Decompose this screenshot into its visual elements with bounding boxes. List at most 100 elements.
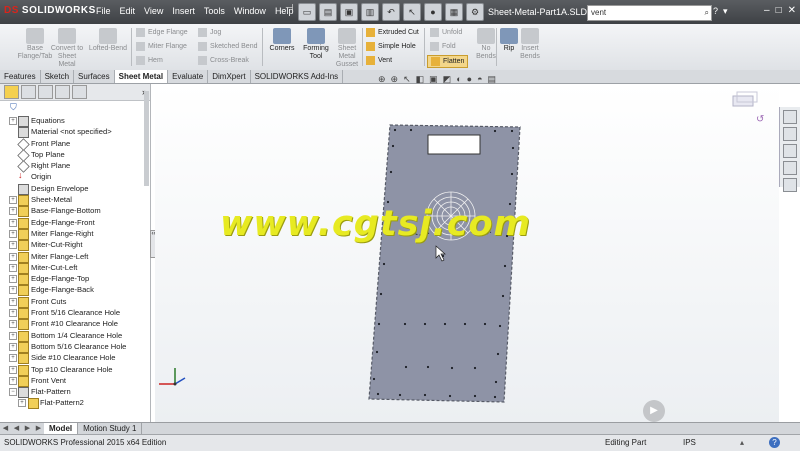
- hem-button[interactable]: Hem: [136, 55, 163, 66]
- options-icon[interactable]: ⚙: [466, 3, 484, 21]
- tree-item[interactable]: + Edge-Flange-Front: [0, 217, 145, 229]
- tree-item[interactable]: + Miter Flange-Right: [0, 228, 145, 240]
- tree-item[interactable]: Origin: [0, 170, 145, 182]
- configuration-manager-tab-icon[interactable]: [38, 85, 53, 99]
- insert-bends-button[interactable]: Insert Bends: [518, 28, 542, 61]
- unfold-button[interactable]: Unfold: [430, 27, 462, 38]
- vent-button[interactable]: Vent: [366, 55, 392, 66]
- expand-toggle-icon[interactable]: +: [9, 252, 17, 261]
- app-logo[interactable]: DS SOLIDWORKS: [4, 5, 96, 16]
- next-tab-arrow-icon[interactable]: ▶: [22, 423, 33, 434]
- open-icon[interactable]: ▤: [319, 3, 337, 21]
- menu-view[interactable]: View: [144, 6, 163, 16]
- previous-view-icon[interactable]: ↖: [403, 74, 411, 85]
- apply-scene-icon[interactable]: ◓: [477, 74, 482, 85]
- tree-item[interactable]: − Flat-Pattern: [0, 386, 145, 399]
- display-style-icon[interactable]: ◩: [443, 74, 452, 85]
- tree-item[interactable]: + Front Vent: [0, 375, 145, 387]
- forming-tool-button[interactable]: Forming Tool: [300, 28, 332, 61]
- tab-model[interactable]: Model: [44, 423, 79, 434]
- expand-toggle-icon[interactable]: +: [9, 218, 17, 227]
- units-dropdown-icon[interactable]: ▴: [740, 435, 744, 451]
- tab-sheet-metal[interactable]: Sheet Metal: [114, 70, 169, 83]
- prev-tab-arrow-icon[interactable]: ◀: [11, 423, 22, 434]
- expand-toggle-icon[interactable]: +: [9, 320, 17, 329]
- tree-item[interactable]: + Front 5/16 Clearance Hole: [0, 307, 145, 320]
- menu-edit[interactable]: Edit: [120, 6, 136, 16]
- search-icon[interactable]: ⌕: [705, 6, 709, 20]
- tree-item[interactable]: + Miter-Cut-Right: [0, 239, 145, 252]
- expand-toggle-icon[interactable]: +: [9, 196, 17, 205]
- pin-icon[interactable]: ⊣: [285, 3, 294, 19]
- first-tab-arrow-icon[interactable]: ◀: [0, 423, 11, 434]
- expand-toggle-icon[interactable]: +: [9, 286, 17, 295]
- tab-add-ins[interactable]: SOLIDWORKS Add-Ins: [251, 70, 344, 83]
- select-icon[interactable]: ↖: [403, 3, 421, 21]
- menu-tools[interactable]: Tools: [204, 6, 225, 16]
- expand-toggle-icon[interactable]: +: [9, 331, 17, 340]
- tab-evaluate[interactable]: Evaluate: [168, 70, 209, 83]
- no-bends-button[interactable]: No Bends: [474, 28, 498, 61]
- file-properties-icon[interactable]: ▦: [445, 3, 463, 21]
- print-icon[interactable]: ▥: [361, 3, 379, 21]
- tree-item[interactable]: + Front Cuts: [0, 296, 145, 308]
- panel-scrollbar[interactable]: [144, 91, 149, 186]
- zoom-to-fit-icon[interactable]: ⊕: [378, 74, 386, 85]
- zoom-area-icon[interactable]: ⊕: [391, 74, 399, 85]
- tree-item[interactable]: + Front #10 Clearance Hole: [0, 318, 145, 331]
- last-tab-arrow-icon[interactable]: ▶: [33, 423, 44, 434]
- expand-toggle-icon[interactable]: +: [9, 229, 17, 238]
- search-input[interactable]: vent ⌕: [587, 5, 712, 21]
- close-button[interactable]: ✕: [788, 5, 796, 16]
- rebuild-icon[interactable]: ●: [424, 3, 442, 21]
- tree-item[interactable]: + Edge-Flange-Back: [0, 284, 145, 297]
- tree-item[interactable]: + Sheet-Metal: [0, 194, 145, 207]
- expand-toggle-icon[interactable]: +: [9, 263, 17, 272]
- save-icon[interactable]: ▣: [340, 3, 358, 21]
- view-orientation-dropdown-icon[interactable]: ▣: [429, 74, 438, 85]
- tree-item[interactable]: + Edge-Flange-Top: [0, 273, 145, 286]
- expand-toggle-icon[interactable]: +: [9, 207, 17, 216]
- display-manager-tab-icon[interactable]: [72, 85, 87, 99]
- tree-item[interactable]: Design Envelope: [0, 183, 145, 195]
- expand-toggle-icon[interactable]: +: [9, 297, 17, 306]
- expand-toggle-icon[interactable]: +: [18, 399, 26, 408]
- edge-flange-button[interactable]: Edge Flange: [136, 27, 188, 38]
- tree-item[interactable]: + Miter-Cut-Left: [0, 262, 145, 274]
- expand-toggle-icon[interactable]: +: [9, 117, 17, 125]
- property-manager-tab-icon[interactable]: [21, 85, 36, 99]
- tree-item[interactable]: + Base-Flange-Bottom: [0, 205, 145, 218]
- appearances-icon[interactable]: [783, 178, 797, 192]
- tree-item[interactable]: + Miter Flange-Left: [0, 251, 145, 263]
- expand-toggle-icon[interactable]: +: [9, 309, 17, 318]
- help-icon[interactable]: ?: [769, 437, 780, 448]
- corners-button[interactable]: Corners: [266, 28, 298, 53]
- tree-item[interactable]: + Bottom 1/4 Clearance Hole: [0, 330, 145, 342]
- hide-show-icon[interactable]: ◐: [456, 74, 461, 85]
- help-icon[interactable]: ?: [713, 6, 718, 17]
- tree-item[interactable]: + Side #10 Clearance Hole: [0, 352, 145, 365]
- menu-file[interactable]: File: [96, 6, 111, 16]
- tree-item[interactable]: Top Plane: [0, 149, 145, 162]
- tab-surfaces[interactable]: Surfaces: [74, 70, 115, 83]
- expand-toggle-icon[interactable]: +: [9, 365, 17, 374]
- tab-sketch[interactable]: Sketch: [41, 70, 75, 83]
- menu-window[interactable]: Window: [234, 6, 266, 16]
- rip-button[interactable]: Rip: [500, 28, 518, 53]
- extruded-cut-button[interactable]: Extruded Cut: [366, 27, 419, 38]
- expand-toggle-icon[interactable]: −: [9, 388, 17, 397]
- fold-button[interactable]: Fold: [430, 41, 456, 52]
- cross-break-button[interactable]: Cross-Break: [198, 55, 249, 66]
- filter-icon[interactable]: ⛉: [0, 101, 150, 114]
- file-explorer-icon[interactable]: [783, 144, 797, 158]
- lofted-bend-button[interactable]: Lofted-Bend: [86, 28, 130, 53]
- tab-dimxpert[interactable]: DimXpert: [208, 70, 251, 83]
- tree-item[interactable]: Material <not specified>: [0, 126, 145, 139]
- dimxpert-manager-tab-icon[interactable]: [55, 85, 70, 99]
- help-dropdown-icon[interactable]: ▾: [723, 6, 728, 17]
- tree-item[interactable]: Front Plane: [0, 137, 145, 151]
- tree-item[interactable]: + Flat-Pattern2: [0, 397, 145, 410]
- edit-appearance-icon[interactable]: ●: [467, 74, 472, 85]
- expand-toggle-icon[interactable]: +: [9, 376, 17, 385]
- expand-toggle-icon[interactable]: +: [9, 275, 17, 284]
